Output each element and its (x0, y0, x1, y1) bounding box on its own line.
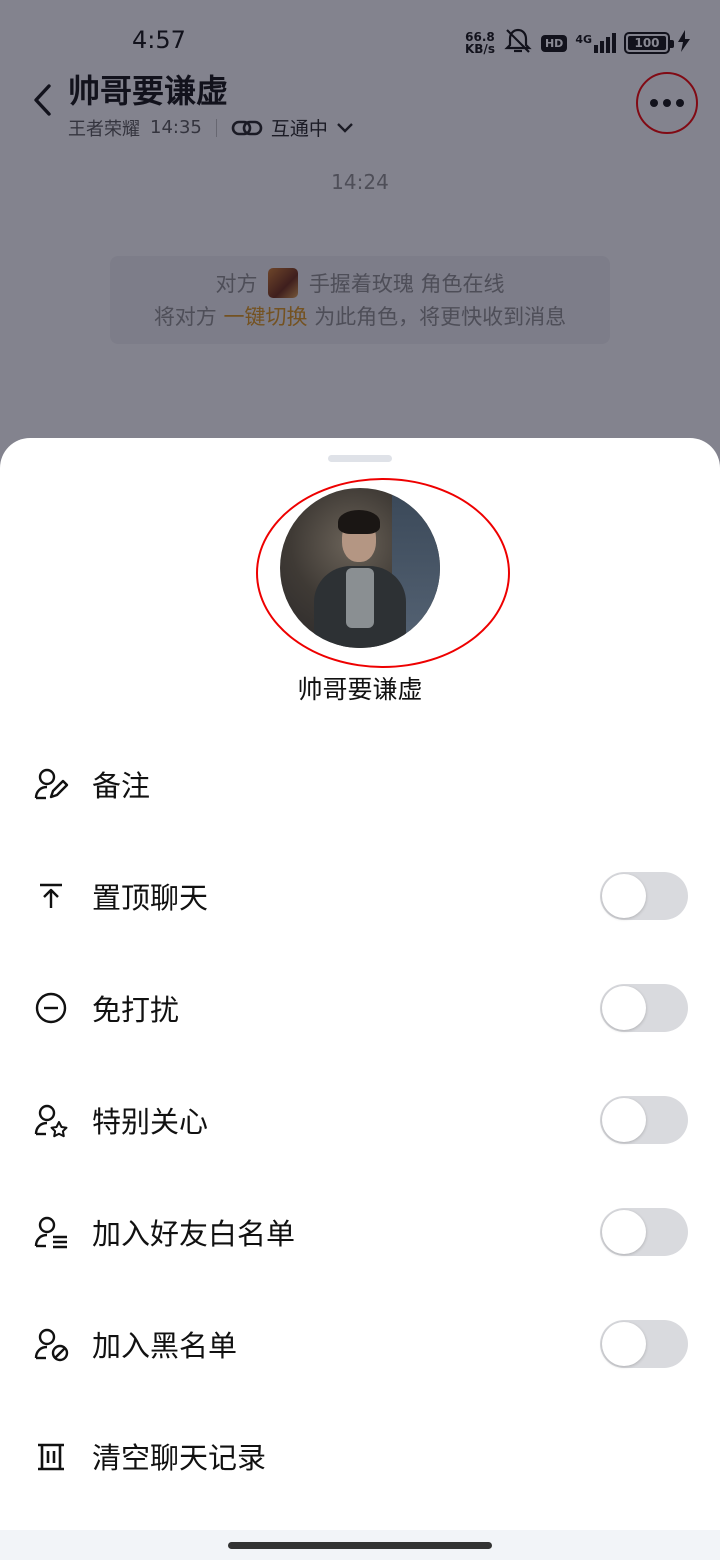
blacklist-toggle[interactable] (600, 1320, 688, 1368)
home-indicator[interactable] (228, 1542, 492, 1549)
drag-handle[interactable] (328, 455, 392, 462)
menu-label-whitelist: 加入好友白名单 (92, 1217, 296, 1251)
menu-item-blacklist[interactable]: 加入黑名单 (0, 1288, 720, 1400)
profile-name: 帅哥要谦虚 (297, 675, 423, 704)
toggle-knob (602, 1210, 646, 1254)
menu-item-pin-chat[interactable]: 置顶聊天 (0, 840, 720, 952)
menu-item-remark[interactable]: 备注 (0, 728, 720, 840)
menu-label-clear-history: 清空聊天记录 (92, 1441, 267, 1475)
user-edit-icon (32, 765, 70, 803)
special-care-toggle[interactable] (600, 1096, 688, 1144)
menu-label-special-care: 特别关心 (92, 1105, 209, 1139)
do-not-disturb-toggle[interactable] (600, 984, 688, 1032)
toggle-knob (602, 1098, 646, 1142)
user-block-icon (32, 1325, 70, 1363)
trash-icon (32, 1437, 70, 1475)
pin-chat-toggle[interactable] (600, 872, 688, 920)
do-not-disturb-icon (32, 989, 70, 1027)
annotation-circle (256, 478, 510, 668)
user-list-icon (32, 1213, 70, 1251)
menu-label-remark: 备注 (92, 769, 151, 803)
menu-label-do-not-disturb: 免打扰 (92, 993, 180, 1027)
menu-label-pin-chat: 置顶聊天 (92, 881, 209, 915)
toggle-knob (602, 986, 646, 1030)
whitelist-toggle[interactable] (600, 1208, 688, 1256)
toggle-knob (602, 874, 646, 918)
settings-menu: 备注 置顶聊天 免打扰 特别关心 加入好友白名单 加入黑名单 清空聊天记录 (0, 728, 720, 1512)
pin-top-icon (32, 877, 70, 915)
user-star-icon (32, 1101, 70, 1139)
chat-screen: 4:57 66.8 KB/s HD 4G 100 (0, 0, 720, 1560)
menu-label-blacklist: 加入黑名单 (92, 1329, 238, 1363)
menu-item-special-care[interactable]: 特别关心 (0, 1064, 720, 1176)
menu-item-do-not-disturb[interactable]: 免打扰 (0, 952, 720, 1064)
menu-item-clear-history[interactable]: 清空聊天记录 (0, 1400, 720, 1512)
menu-item-whitelist[interactable]: 加入好友白名单 (0, 1176, 720, 1288)
toggle-knob (602, 1322, 646, 1366)
profile-bottom-sheet: 帅哥要谦虚 备注 置顶聊天 免打扰 特别关心 加入好友白名单 加入黑名单 清空聊… (0, 438, 720, 1560)
